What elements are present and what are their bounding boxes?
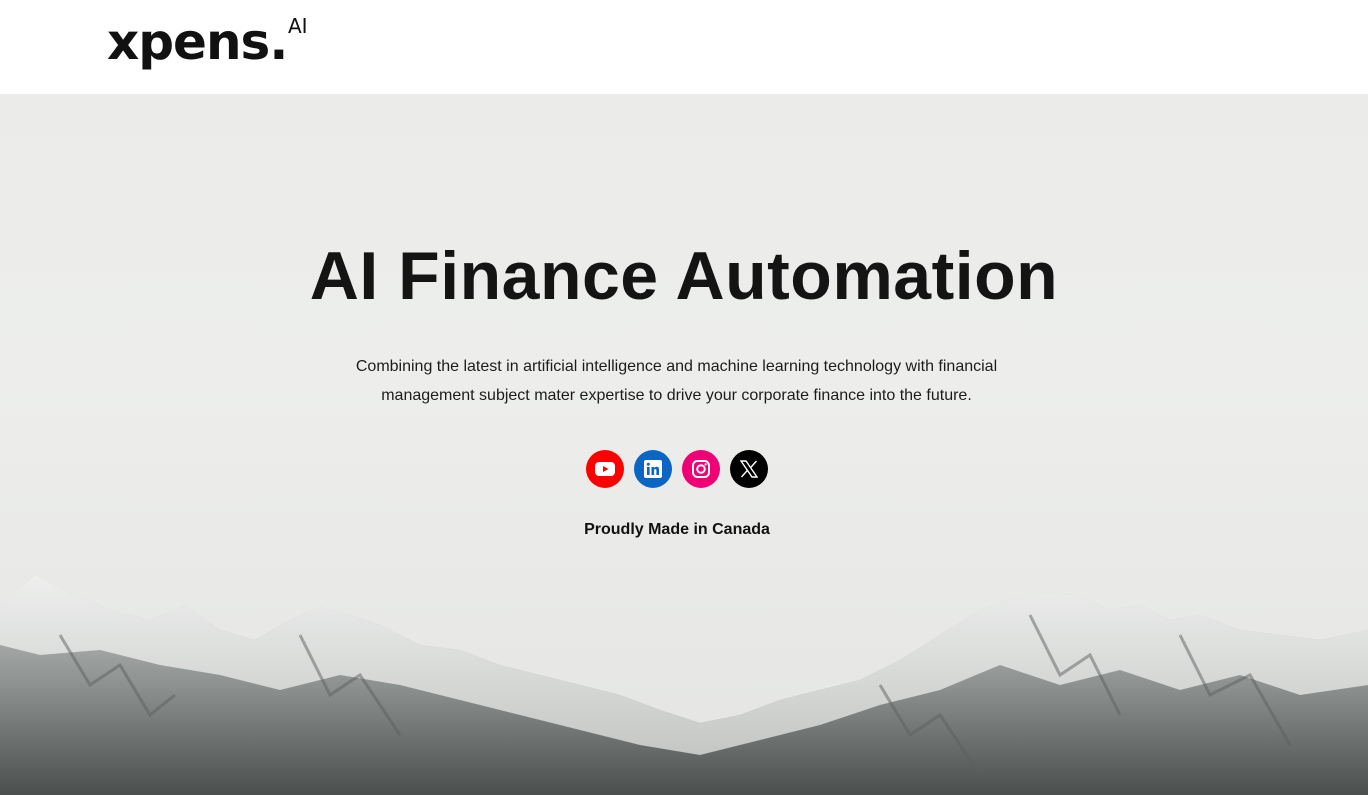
x-icon — [740, 460, 758, 478]
tagline: Proudly Made in Canada — [584, 521, 770, 538]
brand-name: xpens. — [107, 13, 288, 71]
linkedin-icon — [644, 460, 662, 478]
x-link[interactable] — [730, 450, 768, 488]
linkedin-link[interactable] — [634, 450, 672, 488]
site-header: xpens. AI — [0, 0, 1368, 94]
hero-section: AI Finance Automation Combining the late… — [0, 94, 1368, 795]
instagram-icon — [692, 460, 710, 478]
brand-superscript: AI — [288, 14, 308, 38]
youtube-icon — [595, 462, 615, 476]
youtube-link[interactable] — [586, 450, 624, 488]
mountains-background-image — [0, 575, 1368, 795]
instagram-link[interactable] — [682, 450, 720, 488]
hero-title: AI Finance Automation — [309, 238, 1059, 314]
hero-description: Combining the latest in artificial intel… — [355, 358, 998, 404]
social-links — [586, 450, 768, 488]
